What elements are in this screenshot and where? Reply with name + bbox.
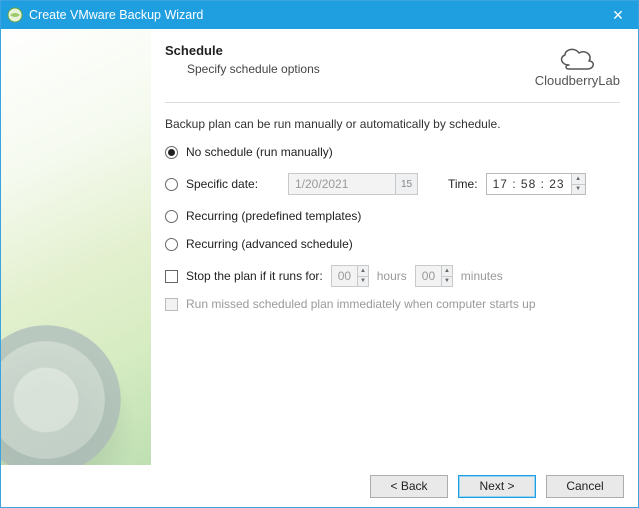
- option-no-schedule[interactable]: No schedule (run manually): [165, 145, 620, 159]
- option-label: Stop the plan if it runs for:: [186, 269, 323, 283]
- time-label: Time:: [448, 177, 478, 191]
- option-label: Recurring (predefined templates): [186, 209, 361, 223]
- radio-icon: [165, 238, 178, 251]
- chevron-down-icon: ▼: [358, 277, 368, 287]
- hours-input: 00 ▲ ▼: [331, 265, 369, 287]
- chevron-up-icon: ▲: [358, 266, 368, 277]
- minutes-spinner: ▲ ▼: [441, 266, 452, 286]
- brand-block: CloudberryLab: [535, 43, 620, 88]
- option-specific-date[interactable]: Specific date: 1/20/2021 15 Time: 17 : 5…: [165, 173, 620, 195]
- close-button[interactable]: ✕: [598, 1, 638, 29]
- option-label: Run missed scheduled plan immediately wh…: [186, 297, 536, 311]
- hours-value: 00: [332, 269, 357, 283]
- option-recurring-predefined[interactable]: Recurring (predefined templates): [165, 209, 620, 223]
- title-bar: Create VMware Backup Wizard ✕: [1, 1, 638, 29]
- time-spinner[interactable]: ▲ ▼: [571, 174, 585, 194]
- radio-icon: [165, 146, 178, 159]
- wizard-sidebar-graphic: [1, 29, 151, 465]
- window-title: Create VMware Backup Wizard: [29, 8, 598, 22]
- radio-icon: [165, 178, 178, 191]
- option-stop-plan[interactable]: Stop the plan if it runs for: 00 ▲ ▼ hou…: [165, 265, 620, 287]
- option-label: Recurring (advanced schedule): [186, 237, 353, 251]
- wizard-main-panel: Schedule Specify schedule options Cloudb…: [151, 29, 638, 465]
- chevron-down-icon[interactable]: ▼: [572, 185, 585, 195]
- minutes-unit: minutes: [461, 269, 503, 283]
- page-subheading: Specify schedule options: [187, 62, 320, 76]
- minutes-value: 00: [416, 269, 441, 283]
- date-input: 1/20/2021 15: [288, 173, 418, 195]
- divider: [165, 102, 620, 103]
- back-button[interactable]: < Back: [370, 475, 448, 498]
- page-description: Backup plan can be run manually or autom…: [165, 117, 620, 131]
- chevron-up-icon[interactable]: ▲: [572, 174, 585, 185]
- time-input[interactable]: 17 : 58 : 23 ▲ ▼: [486, 173, 586, 195]
- app-icon: [7, 7, 23, 23]
- hours-unit: hours: [377, 269, 407, 283]
- checkbox-icon: [165, 298, 178, 311]
- calendar-icon: 15: [395, 174, 417, 194]
- chevron-down-icon: ▼: [442, 277, 452, 287]
- option-label: No schedule (run manually): [186, 145, 333, 159]
- chevron-up-icon: ▲: [442, 266, 452, 277]
- wizard-footer: < Back Next > Cancel: [1, 465, 638, 507]
- hours-spinner: ▲ ▼: [357, 266, 368, 286]
- option-recurring-advanced[interactable]: Recurring (advanced schedule): [165, 237, 620, 251]
- checkbox-icon[interactable]: [165, 270, 178, 283]
- radio-icon: [165, 210, 178, 223]
- brand-name: CloudberryLab: [535, 73, 620, 88]
- cloud-icon: [555, 43, 599, 71]
- page-heading: Schedule: [165, 43, 320, 58]
- cancel-button[interactable]: Cancel: [546, 475, 624, 498]
- date-value: 1/20/2021: [289, 177, 354, 191]
- option-label: Specific date:: [186, 177, 270, 191]
- close-icon: ✕: [612, 7, 624, 24]
- time-value: 17 : 58 : 23: [487, 177, 571, 191]
- option-run-missed: Run missed scheduled plan immediately wh…: [165, 297, 620, 311]
- minutes-input: 00 ▲ ▼: [415, 265, 453, 287]
- next-button[interactable]: Next >: [458, 475, 536, 498]
